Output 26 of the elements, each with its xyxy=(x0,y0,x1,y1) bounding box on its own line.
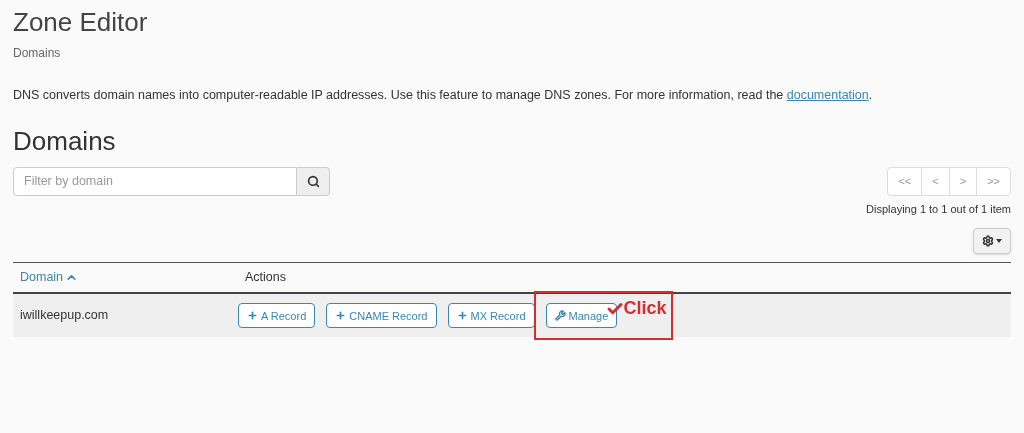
table-cell-text: iwillkeepup.com xyxy=(19,307,110,325)
section-title: Domains xyxy=(13,124,117,157)
search-button[interactable] xyxy=(297,166,330,196)
pagination-button[interactable]: >> xyxy=(976,167,1010,195)
pagination-button[interactable]: < xyxy=(921,167,949,195)
settings-icon xyxy=(982,235,994,248)
search-icon xyxy=(306,174,320,188)
description: DNS converts domain names into computer-readable IP addresses. Use this feature to manage DNS zones. For more information, read the documentation. xyxy=(13,87,874,104)
pagination-button[interactable]: > xyxy=(948,167,977,195)
plus-icon xyxy=(335,310,347,322)
settings-button[interactable] xyxy=(973,228,1011,255)
action-button[interactable]: A Record xyxy=(238,303,316,329)
search-field[interactable]: Filter by domain xyxy=(13,166,297,196)
documentation-link[interactable]: documentation xyxy=(786,88,869,102)
plus-icon xyxy=(456,310,468,322)
pagination-button[interactable]: << xyxy=(888,167,922,195)
pagination-summary: Displaying 1 to 1 out of 1 item xyxy=(866,201,1011,217)
page-title: Zone Editor xyxy=(13,6,149,38)
action-button[interactable]: MX Record xyxy=(447,303,535,329)
breadcrumb: Domains xyxy=(13,45,62,62)
wrench-icon xyxy=(554,310,566,322)
caret-icon xyxy=(996,239,1002,244)
plus-icon xyxy=(247,310,258,322)
column-header[interactable]: Domain xyxy=(13,268,238,288)
action-button[interactable]: CNAME Record xyxy=(326,303,437,329)
column-header[interactable]: Actions xyxy=(238,268,293,288)
